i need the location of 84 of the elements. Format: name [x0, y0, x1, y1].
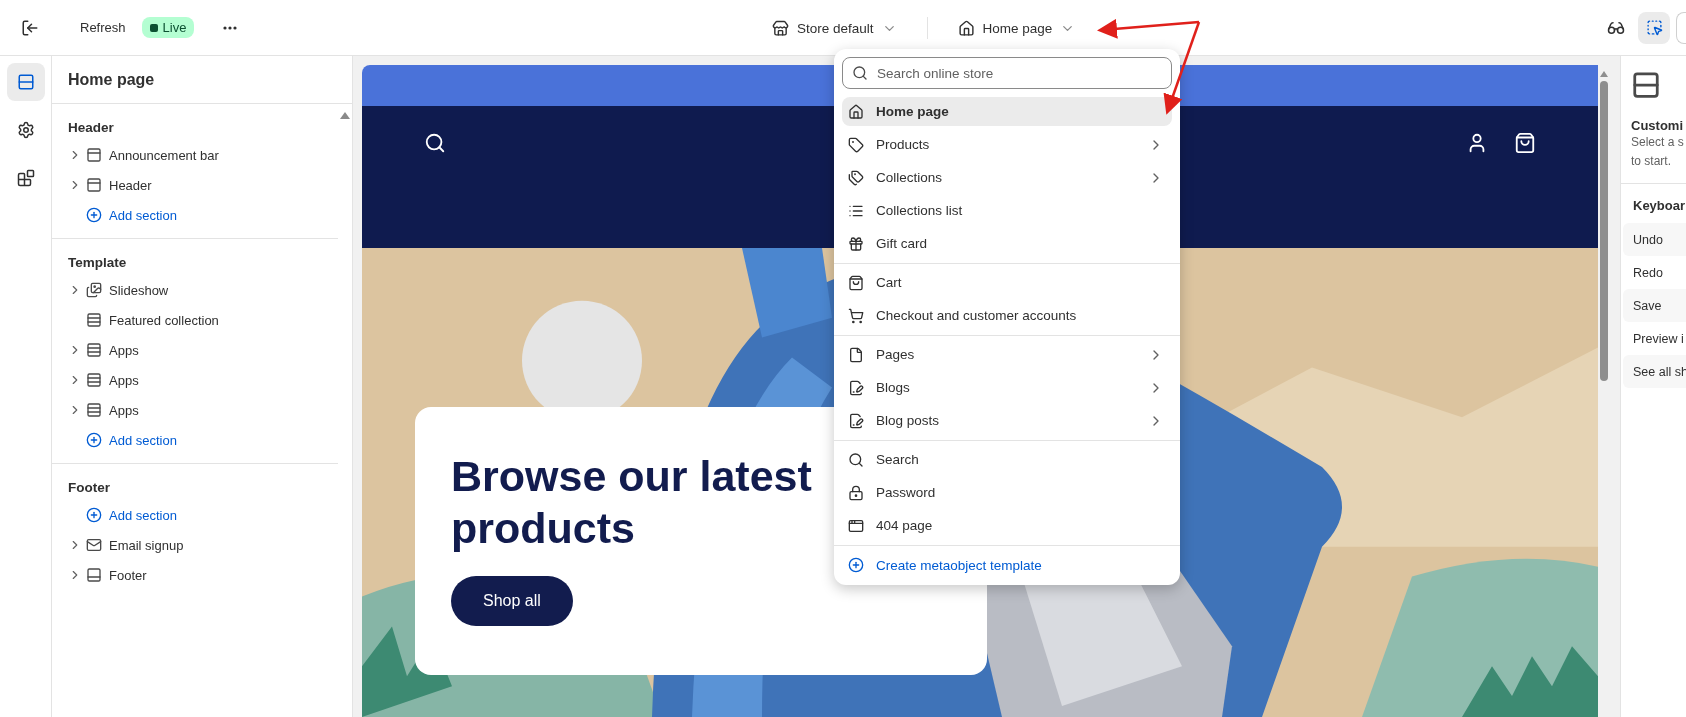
- section-item[interactable]: Apps: [109, 342, 139, 358]
- section-item[interactable]: Announcement bar: [109, 147, 219, 163]
- menu-item[interactable]: 404 page: [842, 511, 1172, 540]
- shop-all-button[interactable]: Shop all: [451, 576, 573, 627]
- shortcut-row: Save: [1623, 289, 1686, 322]
- section-item[interactable]: Email signup: [109, 537, 184, 553]
- section-icon: [86, 147, 102, 163]
- panel-title: Customi: [1631, 118, 1684, 133]
- menu-item[interactable]: Home page: [842, 97, 1172, 126]
- menu-item[interactable]: Blog posts: [842, 406, 1172, 435]
- section-icon: [86, 312, 102, 328]
- menu-item[interactable]: Collections: [842, 163, 1172, 192]
- shortcut-row: Undo: [1623, 223, 1686, 256]
- group-title: Header: [67, 118, 115, 137]
- shortcut-row-text: Redo: [1632, 264, 1664, 282]
- section-item[interactable]: Slideshow: [109, 282, 169, 298]
- store-icon: [772, 19, 789, 37]
- sections-icon: [16, 73, 35, 91]
- menu-item[interactable]: Search: [842, 445, 1172, 474]
- section-icon: [1631, 70, 1661, 100]
- search-icon[interactable]: [424, 132, 446, 154]
- tags-icon: [848, 169, 864, 186]
- add-icon: [86, 507, 102, 523]
- menu-item[interactable]: Pages: [842, 340, 1172, 369]
- bag-icon[interactable]: [1514, 132, 1536, 154]
- menu-item[interactable]: Products: [842, 130, 1172, 159]
- section-item[interactable]: Apps: [109, 402, 139, 418]
- group-title: Footer: [67, 478, 111, 497]
- menu-item[interactable]: Blogs: [842, 373, 1172, 402]
- tag-icon: [848, 136, 864, 153]
- shortcut-row-text: Preview i: [1632, 330, 1685, 348]
- section-item[interactable]: Header: [109, 177, 152, 193]
- more-icon: [223, 25, 238, 30]
- settings-icon: [16, 121, 35, 139]
- apps-icon: [16, 169, 35, 187]
- edit-icon: [848, 412, 864, 429]
- search-icon: [848, 451, 864, 468]
- section-item[interactable]: Featured collection: [109, 312, 219, 328]
- add-icon: [86, 432, 102, 448]
- sidebar-title: Home page: [52, 56, 352, 104]
- inspector-button[interactable]: [1638, 11, 1670, 44]
- menu-item[interactable]: Gift card: [842, 229, 1172, 258]
- section-icon: [86, 372, 102, 388]
- section-icon: [86, 282, 102, 298]
- section-icon: [86, 537, 102, 553]
- add-section-link[interactable]: Add section: [109, 207, 177, 223]
- search-icon: [852, 65, 868, 81]
- theme-selector[interactable]: Store default: [764, 13, 905, 43]
- hero-title: Browse our latest products: [451, 451, 813, 554]
- menu-item[interactable]: Collections list: [842, 196, 1172, 225]
- pointer-icon: [1645, 19, 1663, 36]
- group-title: Template: [67, 253, 128, 272]
- bag-icon: [848, 274, 864, 291]
- add-icon: [86, 207, 102, 223]
- create-template-link[interactable]: Create metaobject template: [842, 551, 1172, 579]
- menu-item[interactable]: Cart: [842, 268, 1172, 297]
- section-icon: [86, 402, 102, 418]
- page-icon: [848, 346, 864, 363]
- section-icon: [86, 177, 102, 193]
- section-item[interactable]: Apps: [109, 372, 139, 388]
- search-field[interactable]: Search online store: [842, 57, 1172, 89]
- add-section-link[interactable]: Add section: [109, 432, 177, 448]
- lock-icon: [848, 484, 864, 501]
- home-icon: [957, 19, 975, 37]
- layout-icon: [848, 517, 864, 534]
- gift-icon: [848, 235, 864, 252]
- page-selector[interactable]: Home page: [949, 13, 1084, 43]
- exit-icon: [21, 18, 39, 37]
- menu-item[interactable]: Checkout and customer accounts: [842, 301, 1172, 330]
- sections-button[interactable]: [6, 63, 45, 101]
- section-icon: [86, 567, 102, 583]
- home-icon: [848, 103, 864, 120]
- section-item[interactable]: Footer: [109, 567, 147, 583]
- shortcuts-title: Keyboar: [1632, 198, 1686, 213]
- refresh-button[interactable]: Refresh: [72, 14, 134, 41]
- scrollbar-thumb[interactable]: [1600, 81, 1608, 381]
- menu-item[interactable]: Password: [842, 478, 1172, 507]
- add-section-link[interactable]: Add section: [109, 507, 177, 523]
- panel-text: Select a s to start.: [1631, 134, 1685, 170]
- live-badge: Live: [141, 17, 195, 38]
- cart-icon: [848, 307, 864, 324]
- add-icon: [848, 557, 864, 573]
- section-icon: [86, 342, 102, 358]
- edit-icon: [848, 379, 864, 396]
